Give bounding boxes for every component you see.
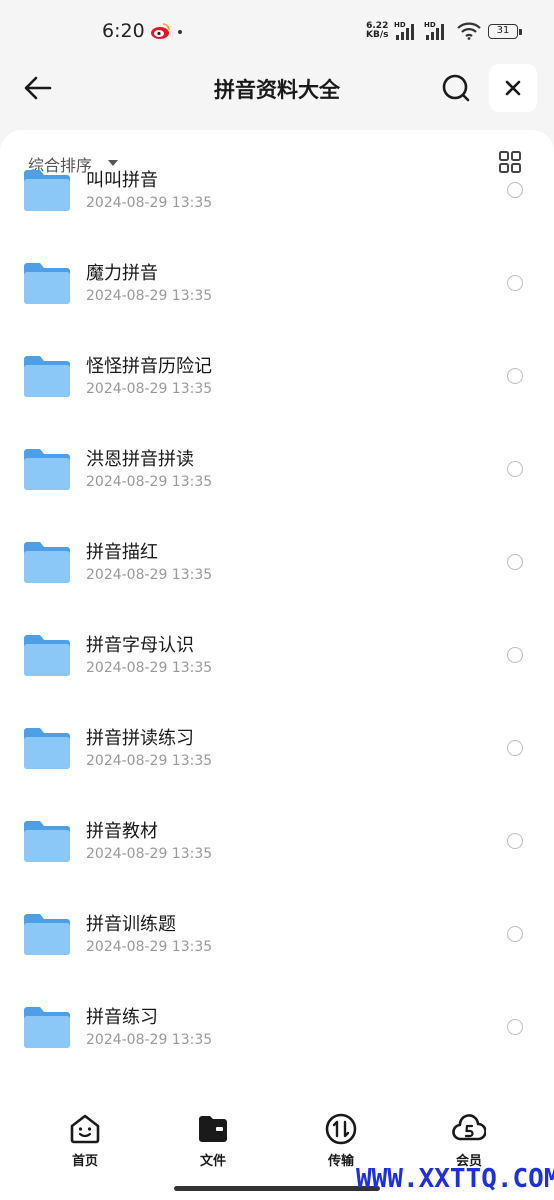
folder-icon: [24, 542, 70, 583]
select-radio[interactable]: [507, 368, 523, 384]
folder-name: 叫叫拼音: [86, 170, 158, 191]
folder-list-item[interactable]: 拼音描红 2024-08-29 13:35: [0, 510, 554, 603]
select-radio[interactable]: [507, 461, 523, 477]
status-time: 6:20: [102, 20, 145, 42]
folder-list-item[interactable]: 怪怪拼音历险记 2024-08-29 13:35: [0, 324, 554, 417]
nav-vip[interactable]: 会员: [429, 1112, 509, 1172]
folder-date: 2024-08-29 13:35: [86, 381, 213, 397]
select-radio[interactable]: [507, 1019, 523, 1035]
select-radio[interactable]: [507, 647, 523, 663]
folder-icon: [24, 356, 70, 397]
folder-date: 2024-08-29 13:35: [86, 195, 213, 211]
folder-name: 洪恩拼音拼读: [86, 449, 194, 470]
transfer-icon: [325, 1113, 357, 1145]
folder-list-item[interactable]: 魔力拼音 2024-08-29 13:35: [0, 231, 554, 324]
folder-name: 拼音教材: [86, 821, 158, 842]
wifi-icon: [457, 22, 481, 40]
folder-date: 2024-08-29 13:35: [86, 288, 213, 304]
nav-files-label: 文件: [199, 1154, 226, 1169]
folder-icon: [24, 1007, 70, 1048]
select-radio[interactable]: [507, 275, 523, 291]
notification-dot: [178, 30, 182, 34]
home-indicator[interactable]: [174, 1186, 380, 1191]
folder-filled-icon: [199, 1116, 227, 1142]
folder-list-item[interactable]: 拼音训练题 2024-08-29 13:35: [0, 882, 554, 975]
watermark: WWW.XXTTQ.COM: [356, 1164, 554, 1194]
status-bar: 6:20 6.22 KB/s HD HD 31: [0, 0, 554, 64]
close-button[interactable]: [489, 64, 537, 112]
battery-indicator: 31: [488, 24, 518, 39]
select-radio[interactable]: [507, 926, 523, 942]
folder-icon: [24, 728, 70, 769]
signal-2-icon: HD: [424, 21, 448, 44]
folder-icon: [24, 449, 70, 490]
select-radio[interactable]: [507, 740, 523, 756]
folder-name: 拼音训练题: [86, 914, 176, 935]
folder-list-item[interactable]: 拼音教材 2024-08-29 13:35: [0, 789, 554, 882]
folder-icon: [24, 170, 70, 211]
folder-name: 拼音练习: [86, 1007, 158, 1028]
folder-list-item[interactable]: 拼音拼读练习 2024-08-29 13:35: [0, 696, 554, 789]
nav-files[interactable]: 文件: [173, 1112, 253, 1172]
folder-name: 拼音描红: [86, 542, 158, 563]
folder-icon: [24, 914, 70, 955]
select-radio[interactable]: [507, 833, 523, 849]
folder-name: 怪怪拼音历险记: [86, 356, 212, 377]
app-header: 拼音资料大全: [0, 64, 554, 114]
file-list-panel: 综合排序 叫叫拼音 2024-08-29 13:35 魔力拼音 2024-08-29 …: [0, 130, 554, 1200]
folder-icon: [24, 635, 70, 676]
nav-home[interactable]: 首页: [45, 1112, 125, 1172]
folder-list-item[interactable]: 拼音字母认识 2024-08-29 13:35: [0, 603, 554, 696]
folder-date: 2024-08-29 13:35: [86, 939, 213, 955]
folder-date: 2024-08-29 13:35: [86, 660, 213, 676]
folder-date: 2024-08-29 13:35: [86, 1032, 213, 1048]
folder-icon: [24, 263, 70, 304]
folder-list-item[interactable]: 拼音练习 2024-08-29 13:35: [0, 975, 554, 1068]
folder-icon: [24, 821, 70, 862]
battery-tip: [519, 29, 522, 35]
vip-cloud-icon: [452, 1114, 486, 1141]
folder-name: 魔力拼音: [86, 263, 158, 284]
folder-name: 拼音拼读练习: [86, 728, 194, 749]
folder-date: 2024-08-29 13:35: [86, 846, 213, 862]
select-radio[interactable]: [507, 554, 523, 570]
folder-date: 2024-08-29 13:35: [86, 567, 213, 583]
nav-transfer[interactable]: 传输: [301, 1112, 381, 1172]
weibo-icon: [151, 23, 170, 39]
close-icon: [505, 80, 521, 96]
search-icon[interactable]: [438, 70, 474, 106]
nav-home-label: 首页: [71, 1154, 98, 1169]
folder-date: 2024-08-29 13:35: [86, 753, 213, 769]
folder-list-item[interactable]: 洪恩拼音拼读 2024-08-29 13:35: [0, 417, 554, 510]
folder-name: 拼音字母认识: [86, 635, 194, 656]
network-speed: 6.22 KB/s: [366, 21, 389, 40]
folder-list-item[interactable]: 叫叫拼音 2024-08-29 13:35: [0, 138, 554, 231]
folder-date: 2024-08-29 13:35: [86, 474, 213, 490]
home-face-icon: [70, 1114, 100, 1144]
signal-1-icon: HD: [394, 21, 418, 44]
select-radio[interactable]: [507, 182, 523, 198]
